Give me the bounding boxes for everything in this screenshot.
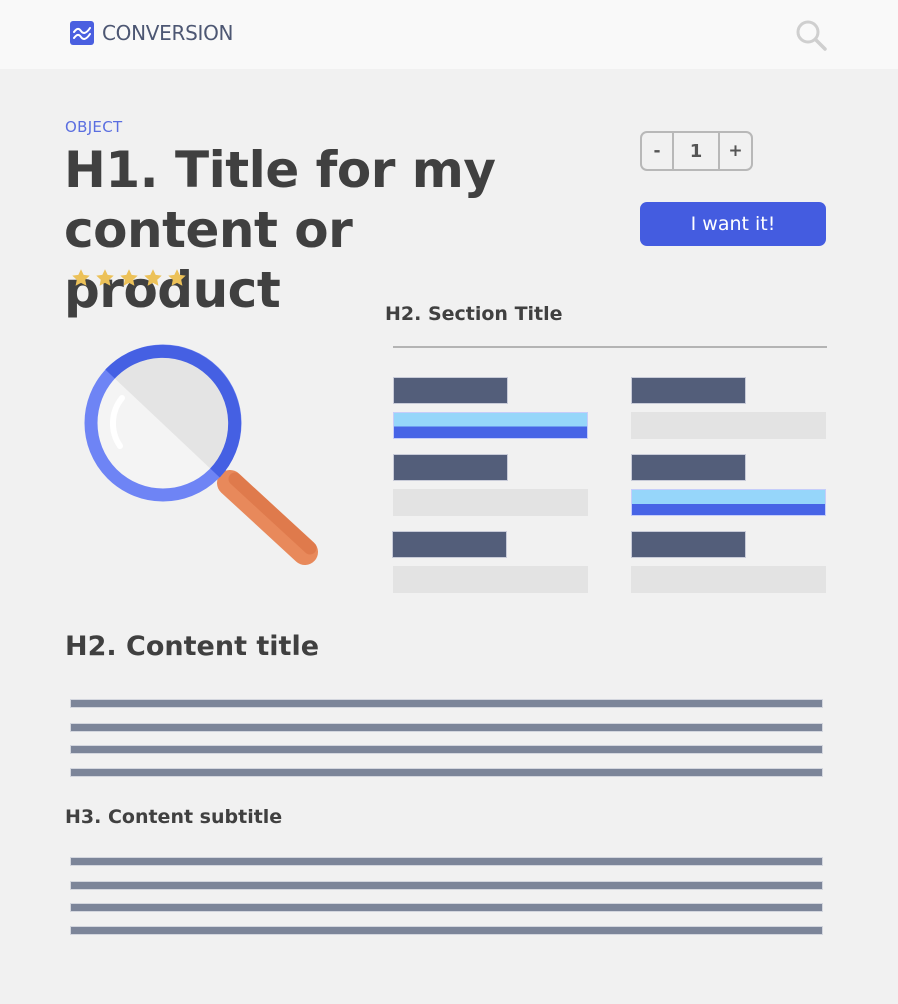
option-bar[interactable] [393,489,588,516]
magnifier-lens-icon [84,344,242,502]
option-bar[interactable] [631,412,826,439]
star-icon [96,269,114,286]
text-line-placeholder [70,745,823,754]
star-icon [168,269,186,286]
search-icon [796,20,827,51]
option-bar[interactable] [393,566,588,593]
star-rating [70,267,188,289]
text-line-placeholder [70,699,823,708]
quantity-value[interactable]: 1 [674,133,720,169]
option-label [631,531,746,558]
option-label [631,454,746,481]
increment-button[interactable]: + [720,133,751,169]
section-divider [393,346,827,348]
star-icon [120,269,138,286]
option-label [631,377,746,404]
brand-logo[interactable]: CONVERSION [70,21,233,45]
option-bar-selected[interactable] [631,489,826,516]
chart-wave-icon [70,21,94,45]
star-icon [72,269,90,286]
brand-name: CONVERSION [102,21,234,45]
option-label [392,531,507,558]
text-line-placeholder [70,723,823,732]
product-category: OBJECT [65,118,123,136]
quantity-stepper: - 1 + [640,131,753,171]
search-button[interactable] [794,18,828,52]
option-label [393,377,508,404]
text-line-placeholder [70,881,823,890]
star-icon [144,269,162,286]
text-line-placeholder [70,768,823,777]
magnifier-handle-icon [206,460,318,565]
decrement-button[interactable]: - [642,133,674,169]
option-bar-selected[interactable] [393,412,588,439]
content-subtitle: H3. Content subtitle [65,806,283,828]
text-line-placeholder [70,857,823,866]
i-want-it-button[interactable]: I want it! [640,202,826,246]
magnifier-illustration [84,344,318,565]
option-label [393,454,508,481]
text-line-placeholder [70,926,823,935]
text-line-placeholder [70,903,823,912]
section-title: H2. Section Title [385,303,563,325]
option-bar[interactable] [631,566,826,593]
top-bar: CONVERSION [0,0,898,69]
content-title: H2. Content title [65,631,320,662]
page-title: H1. Title for my content or product [64,141,496,319]
